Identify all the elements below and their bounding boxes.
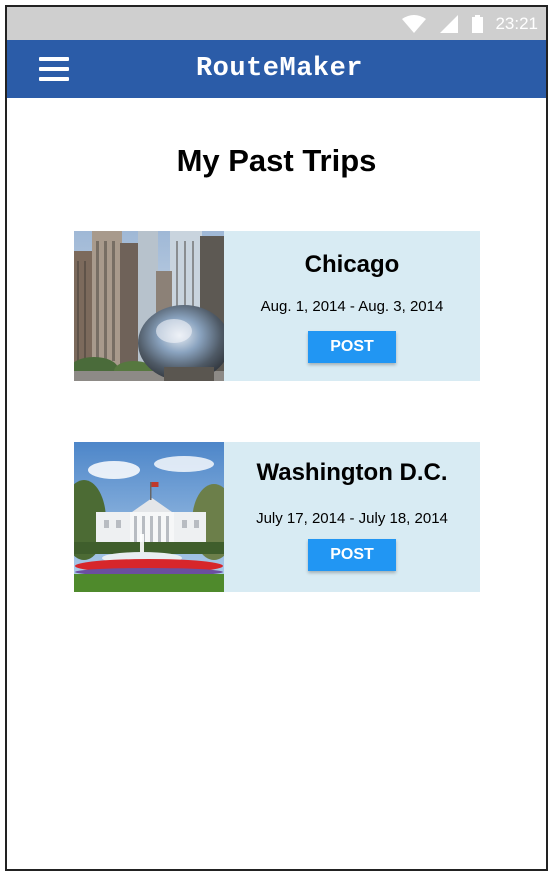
post-button[interactable]: POST: [308, 331, 396, 363]
battery-icon: [472, 15, 484, 33]
trip-info: Washington D.C. July 17, 2014 - July 18,…: [224, 442, 480, 592]
trip-name: Washington D.C.: [256, 459, 448, 486]
trip-dates: July 17, 2014 - July 18, 2014: [256, 510, 448, 527]
status-bar: 23:21: [7, 7, 546, 40]
app-bar: RouteMaker: [7, 40, 546, 98]
signal-icon: [440, 15, 459, 33]
status-time: 23:21: [495, 14, 538, 33]
status-icons: 23:21: [402, 13, 538, 35]
trip-info: Chicago Aug. 1, 2014 - Aug. 3, 2014 POST: [224, 231, 480, 381]
phone-screen: 23:21 RouteMaker My Past Trips Chicago A…: [5, 5, 548, 871]
wifi-icon: [402, 15, 427, 33]
post-button[interactable]: POST: [308, 539, 396, 571]
trip-card-washington[interactable]: Washington D.C. July 17, 2014 - July 18,…: [74, 442, 480, 592]
trip-card-chicago[interactable]: Chicago Aug. 1, 2014 - Aug. 3, 2014 POST: [74, 231, 480, 381]
trip-dates: Aug. 1, 2014 - Aug. 3, 2014: [260, 298, 444, 315]
page-title: My Past Trips: [176, 143, 377, 178]
app-title: RouteMaker: [195, 54, 364, 84]
trip-name: Chicago: [304, 251, 400, 278]
chicago-bean-skyline-photo: [74, 231, 224, 381]
white-house-photo: [74, 442, 224, 592]
